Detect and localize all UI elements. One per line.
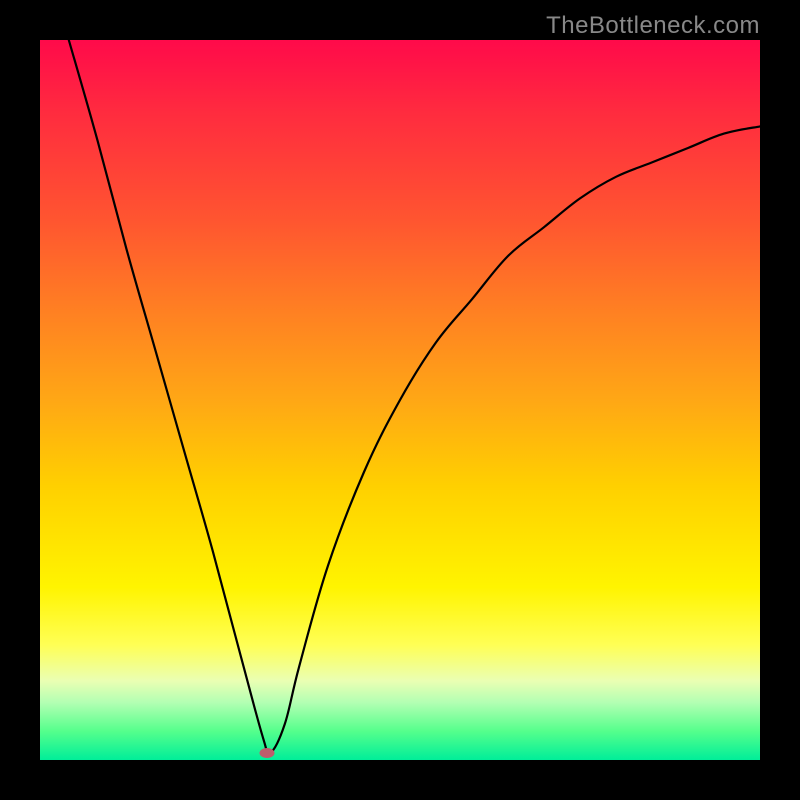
chart-frame: TheBottleneck.com xyxy=(0,0,800,800)
plot-area xyxy=(40,40,760,760)
watermark-text: TheBottleneck.com xyxy=(546,12,760,40)
bottleneck-curve xyxy=(69,40,760,754)
curve-svg xyxy=(40,40,760,760)
optimum-marker xyxy=(259,748,274,758)
